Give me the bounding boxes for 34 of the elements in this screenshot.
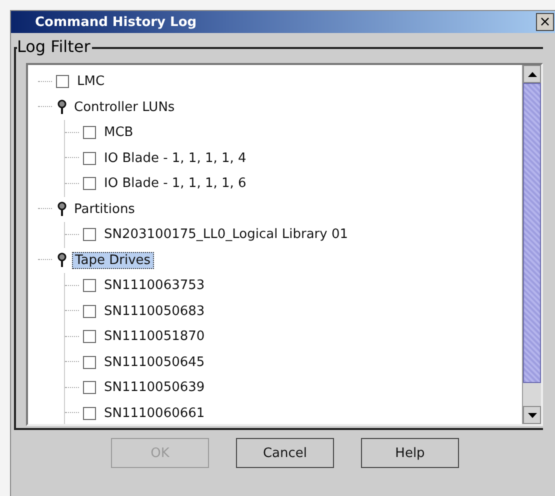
tree-item[interactable]: SN1110063753 [102, 278, 207, 294]
group-title: Log Filter [17, 37, 92, 57]
scroll-down-icon[interactable] [523, 406, 541, 424]
tree-item[interactable]: IO Blade - 1, 1, 1, 1, 6 [102, 176, 248, 192]
checkbox[interactable] [83, 152, 96, 165]
tree-item[interactable]: SN1110050683 [102, 304, 207, 319]
tree-item[interactable]: MCB [102, 125, 136, 140]
scrollbar[interactable] [522, 65, 541, 424]
checkbox[interactable] [83, 126, 96, 140]
tree-item[interactable]: LMC [75, 74, 107, 90]
checkbox[interactable] [83, 381, 96, 394]
checkbox[interactable] [56, 75, 69, 88]
tree-item[interactable]: SN1110060661 [102, 406, 207, 421]
tree-item[interactable]: SN1110051870 [102, 329, 207, 344]
tree-item[interactable]: Controller LUNs [72, 100, 177, 115]
scroll-thumb[interactable] [523, 83, 541, 383]
checkbox[interactable] [83, 177, 96, 190]
checkbox[interactable] [83, 356, 96, 369]
checkbox[interactable] [83, 406, 96, 420]
checkbox[interactable] [83, 228, 96, 242]
checkbox[interactable] [83, 330, 96, 344]
tree-item[interactable]: Tape Drives [72, 252, 154, 269]
tree-item[interactable]: SN203100175_LL0_Logical Library 01 [102, 227, 350, 242]
close-button[interactable]: × [536, 13, 554, 31]
scroll-up-icon[interactable] [523, 65, 541, 83]
window-title: Command History Log [34, 14, 197, 30]
dialog-button[interactable]: Cancel [236, 438, 334, 468]
checkbox[interactable] [83, 304, 96, 318]
tree-item[interactable]: SN1110050645 [102, 354, 207, 370]
checkbox[interactable] [83, 279, 96, 292]
tree-item[interactable]: SN1110050639 [102, 380, 207, 396]
dialog-button[interactable]: Help [361, 438, 459, 468]
tree-item[interactable]: Partitions [72, 202, 137, 217]
tree-item[interactable]: IO Blade - 1, 1, 1, 1, 4 [102, 150, 248, 166]
